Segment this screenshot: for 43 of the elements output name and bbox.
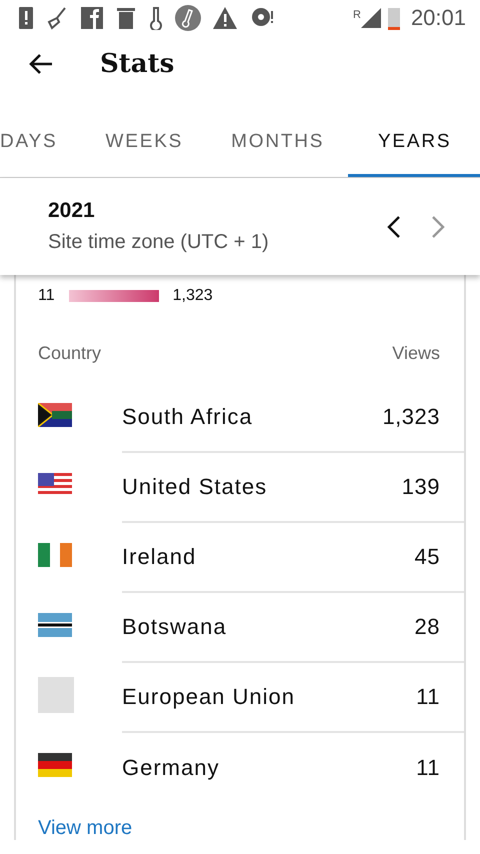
country-name: Ireland [122, 544, 196, 570]
facebook-icon [80, 6, 104, 30]
view-more-link[interactable]: View more [38, 817, 464, 840]
view-count: 45 [414, 544, 440, 570]
view-count: 139 [402, 474, 440, 500]
clock-time: 20:01 [410, 5, 466, 31]
chevron-left-icon [387, 214, 401, 238]
signal-icon [360, 8, 381, 28]
flag-icon [38, 473, 72, 497]
view-count: 11 [416, 684, 440, 710]
column-header: Views [392, 343, 440, 365]
battery-alert-icon [18, 6, 34, 30]
warning-icon [212, 6, 238, 30]
period-tab[interactable]: WEEKS [82, 110, 208, 177]
view-count: 11 [416, 755, 440, 781]
period-tab[interactable]: DAYS [0, 110, 82, 177]
country-name: European Union [122, 684, 296, 710]
country-name: Botswana [122, 614, 227, 640]
period-tab[interactable]: YEARS [348, 110, 480, 177]
thermometer-icon [175, 5, 201, 31]
thermometer-icon [148, 6, 164, 30]
screen-title: Stats [100, 49, 174, 79]
country-name: Germany [122, 755, 220, 781]
battery-icon [386, 6, 401, 30]
legend-min: 11 [38, 287, 55, 305]
view-count: 28 [414, 614, 440, 640]
roaming-label: R [352, 9, 361, 21]
timezone-label: Site time zone (UTC + 1) [48, 231, 270, 254]
legend-max: 1,323 [172, 287, 213, 305]
flag-icon [38, 403, 72, 427]
flag-icon [38, 613, 72, 637]
flag-placeholder-icon [38, 677, 74, 713]
flag-icon [38, 753, 72, 777]
trash-icon [115, 6, 137, 30]
back-arrow-icon [28, 53, 54, 75]
column-header: Country [38, 343, 102, 365]
view-count: 1,323 [382, 404, 440, 430]
period-tab[interactable]: MONTHS [207, 110, 348, 177]
country-name: United States [122, 474, 268, 500]
country-name: South Africa [122, 404, 253, 430]
chevron-right-icon [431, 214, 445, 238]
flag-icon [38, 543, 72, 567]
period-label: 2021 [48, 199, 96, 223]
